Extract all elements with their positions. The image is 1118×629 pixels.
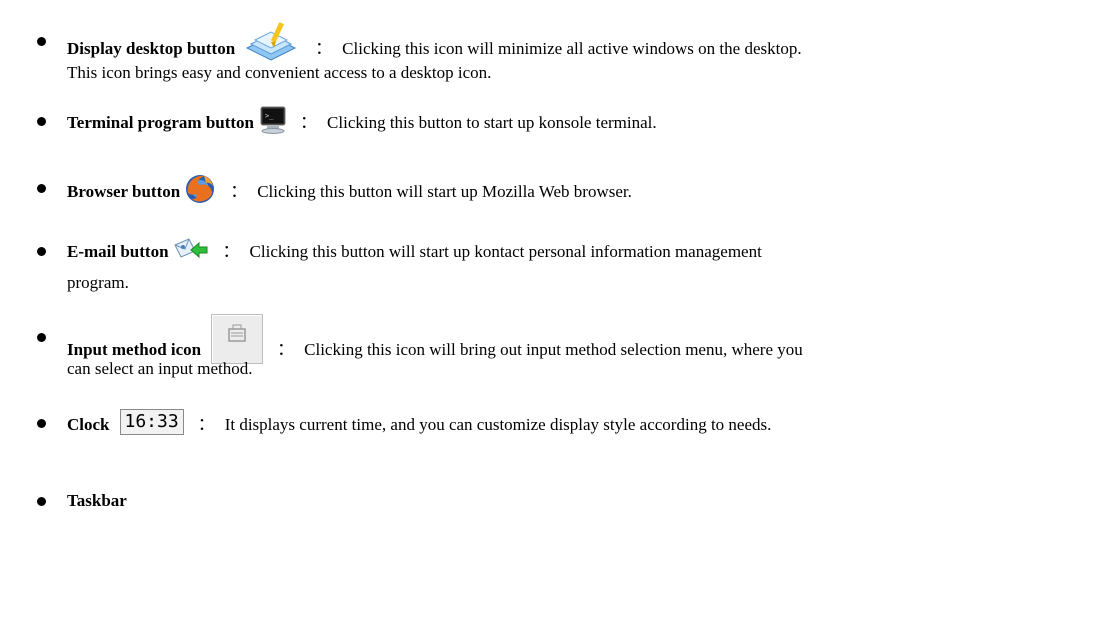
firefox-icon (184, 173, 216, 205)
input-method-icon (211, 314, 264, 364)
continuation-display-desktop: This icon brings easy and convenient acc… (67, 63, 492, 82)
bullet (37, 247, 46, 256)
term-display-desktop: Display desktop button (67, 38, 236, 58)
clock-display: 16:33 (119, 409, 184, 435)
colon: ： (222, 241, 240, 261)
bullet (37, 333, 46, 342)
description-input-method: Clicking this icon will bring out input … (304, 339, 803, 359)
description-terminal: Clicking this button to start up konsole… (327, 112, 657, 132)
email-icon (173, 237, 209, 263)
svg-text:>_: >_ (265, 112, 274, 120)
bullet (37, 497, 46, 506)
bullet (37, 117, 46, 126)
desktop-icon (241, 22, 301, 62)
bullet (37, 37, 46, 46)
term-email: E-mail button (67, 241, 169, 261)
description-display-desktop: Clicking this icon will minimize all act… (342, 38, 802, 58)
terminal-icon: >_ (260, 106, 286, 134)
bullet (37, 184, 46, 193)
colon: ： (230, 181, 248, 201)
term-clock: Clock (67, 415, 110, 434)
colon: ： (300, 112, 318, 132)
colon: ： (315, 38, 333, 58)
description-browser: Clicking this button will start up Mozil… (257, 181, 632, 201)
description-clock: It displays current time, and you can cu… (224, 415, 772, 434)
bullet (37, 419, 46, 428)
term-browser: Browser button (67, 181, 181, 201)
term-input-method: Input method icon (67, 339, 202, 359)
term-terminal: Terminal program button (67, 112, 255, 132)
continuation-email: program. (67, 273, 129, 292)
colon: ： (277, 339, 295, 359)
description-email: Clicking this button will start up konta… (249, 241, 762, 261)
term-taskbar: Taskbar (67, 491, 127, 510)
continuation-input-method: can select an input method. (67, 359, 253, 378)
colon: ： (197, 415, 215, 434)
